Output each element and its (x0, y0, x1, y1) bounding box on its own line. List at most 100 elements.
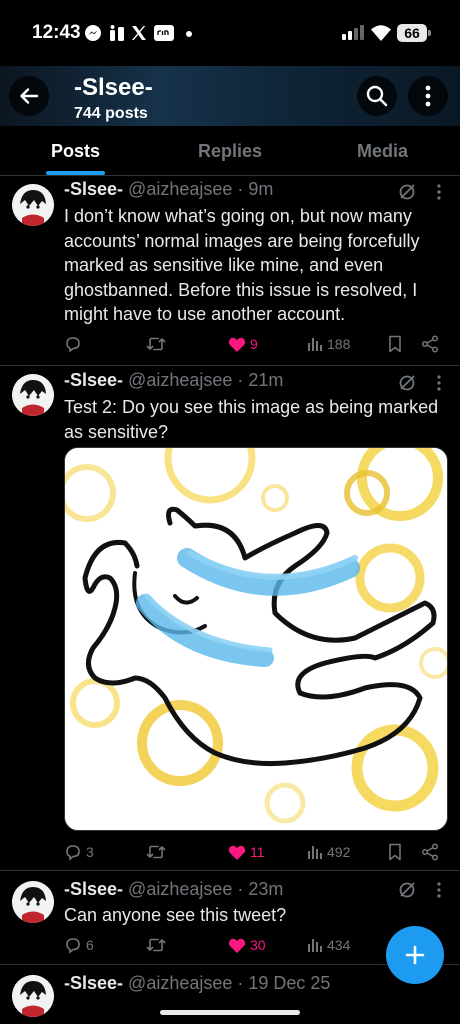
reply-count: 3 (86, 844, 94, 860)
tweet-header: -Slsee- @aizheajsee · 21m (64, 370, 283, 391)
home-indicator[interactable] (160, 1010, 300, 1015)
signal-icon (342, 24, 364, 40)
x-logo-icon (130, 24, 148, 42)
share-button[interactable] (421, 841, 439, 863)
battery-indicator: 66 (397, 24, 427, 42)
tweet-author-name[interactable]: -Slsee- (64, 879, 123, 899)
grok-icon[interactable] (397, 880, 417, 900)
grok-icon[interactable] (397, 182, 417, 202)
compose-button[interactable] (386, 926, 444, 984)
tweet-actions: 3 11 492 (64, 841, 448, 863)
views-icon (308, 338, 322, 351)
retweet-button[interactable] (146, 333, 170, 355)
back-arrow-icon (20, 88, 39, 104)
views-count: 188 (327, 336, 351, 352)
views-count: 434 (327, 937, 351, 953)
like-button[interactable]: 30 (228, 934, 266, 956)
cartoon-drawing-image (65, 448, 447, 830)
tweet[interactable]: -Slsee- @aizheajsee · 19 Dec 25 (0, 965, 460, 1024)
heart-icon (228, 337, 246, 352)
tweet-author-name[interactable]: -Slsee- (64, 973, 123, 993)
like-button[interactable]: 11 (228, 841, 265, 863)
more-options-button[interactable] (408, 76, 448, 116)
tweet-actions: 9 188 (64, 333, 448, 355)
tweet-text: I don’t know what’s going on, but now ma… (64, 206, 420, 324)
tweet-header: -Slsee- @aizheajsee · 23m (64, 879, 283, 900)
grok-icon[interactable] (397, 373, 417, 393)
share-button[interactable] (421, 333, 439, 355)
battery-tip (428, 30, 431, 36)
views-count: 492 (327, 844, 351, 860)
views-icon (308, 939, 322, 952)
views-button[interactable]: 492 (307, 841, 350, 863)
like-count: 11 (250, 844, 265, 860)
views-icon (308, 846, 322, 859)
reply-count: 6 (86, 937, 94, 953)
retweet-button[interactable] (146, 934, 170, 956)
like-button[interactable]: 9 (228, 333, 258, 355)
views-button[interactable]: 434 (307, 934, 350, 956)
bookmark-icon (389, 843, 401, 861)
tweet-handle-time: @aizheajsee · 19 Dec 25 (128, 973, 331, 993)
wifi-icon (370, 24, 392, 42)
tweet-text: Test 2: Do you see this image as being m… (64, 397, 439, 442)
reply-button[interactable]: 3 (64, 841, 94, 863)
tweet-author-name[interactable]: -Slsee- (64, 370, 123, 390)
bookmark-button[interactable] (387, 841, 403, 863)
heart-icon (228, 845, 246, 860)
share-icon (421, 843, 439, 861)
retweet-button[interactable] (146, 841, 170, 863)
tweet-text: Can anyone see this tweet? (64, 905, 287, 925)
search-button[interactable] (357, 76, 397, 116)
tweet-header: -Slsee- @aizheajsee · 19 Dec 25 (64, 973, 330, 994)
profile-header: -Slsee- 744 posts (0, 66, 460, 126)
avatar[interactable] (12, 881, 54, 923)
avatar[interactable] (12, 184, 54, 226)
bookmark-icon (389, 335, 401, 353)
heart-icon (228, 938, 246, 953)
tweet-author-name[interactable]: -Slsee- (64, 179, 123, 199)
back-button[interactable] (9, 76, 49, 116)
active-tab-indicator (46, 171, 105, 175)
tweet-header: -Slsee- @aizheajsee · 9m (64, 179, 273, 200)
tweet[interactable]: -Slsee- @aizheajsee · 21m Test 2: Do you… (0, 366, 460, 871)
views-button[interactable]: 188 (307, 333, 350, 355)
profile-tabs: Posts Replies Media (0, 126, 460, 176)
retweet-icon (146, 337, 166, 351)
status-time: 12:43 (32, 22, 81, 43)
compose-plus-icon (405, 945, 425, 965)
tweet-handle-time: @aizheajsee · 21m (128, 370, 284, 390)
status-bar: 12:43 66 (0, 0, 460, 66)
share-icon (421, 335, 439, 353)
app-notification-icon (108, 24, 126, 42)
header-profile-name: -Slsee- (74, 74, 153, 101)
tab-media[interactable]: Media (357, 141, 408, 162)
reply-button[interactable]: 6 (64, 934, 94, 956)
tweet-handle-time: @aizheajsee · 9m (128, 179, 274, 199)
status-dot (186, 31, 192, 37)
reply-icon (66, 337, 80, 353)
tab-replies[interactable]: Replies (198, 141, 262, 162)
reply-icon (66, 938, 80, 954)
header-post-count: 744 posts (74, 105, 148, 122)
like-count: 9 (250, 336, 258, 352)
tab-posts[interactable]: Posts (51, 141, 100, 162)
avatar[interactable] (12, 975, 54, 1017)
reply-icon (66, 845, 80, 861)
tweet[interactable]: -Slsee- @aizheajsee · 9m I don’t know wh… (0, 176, 460, 366)
messenger-icon (84, 24, 102, 42)
ring-app-icon (153, 24, 175, 42)
like-count: 30 (250, 937, 266, 953)
avatar[interactable] (12, 374, 54, 416)
more-dots-icon[interactable] (432, 182, 446, 202)
retweet-icon (146, 845, 166, 859)
tweet-image[interactable] (64, 447, 448, 831)
tweet-handle-time: @aizheajsee · 23m (128, 879, 284, 899)
more-vertical-icon (425, 85, 431, 107)
more-dots-icon[interactable] (432, 880, 446, 900)
reply-button[interactable] (64, 333, 86, 355)
more-dots-icon[interactable] (432, 373, 446, 393)
retweet-icon (146, 938, 166, 952)
search-icon (366, 85, 388, 107)
bookmark-button[interactable] (387, 333, 403, 355)
